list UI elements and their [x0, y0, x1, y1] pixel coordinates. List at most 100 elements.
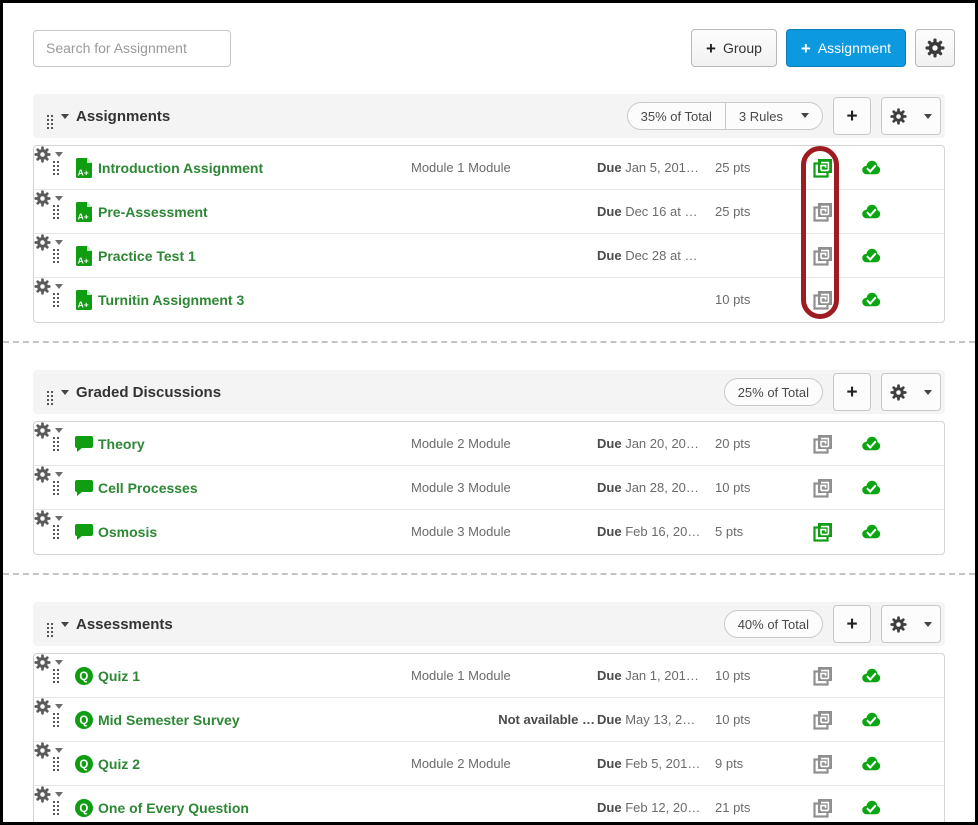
chevron-down-icon [55, 472, 63, 481]
drag-handle-icon[interactable] [47, 623, 49, 625]
published-check-icon[interactable] [861, 246, 881, 266]
drag-handle-icon[interactable] [53, 669, 55, 671]
drag-handle-icon[interactable] [53, 525, 55, 527]
assignment-icon: A+ [74, 246, 94, 266]
item-settings-button[interactable] [34, 278, 64, 295]
item-settings-button[interactable] [34, 742, 64, 759]
item-settings-button[interactable] [34, 510, 64, 527]
item-title-link[interactable]: Theory [98, 422, 145, 466]
published-check-icon[interactable] [861, 202, 881, 222]
svg-text:A+: A+ [78, 256, 89, 266]
drag-handle-icon[interactable] [53, 249, 55, 251]
item-availability: Not available … [411, 698, 595, 742]
rules-dropdown[interactable]: 3 Rules [725, 103, 822, 129]
item-points: 9 pts [715, 742, 743, 786]
item-title-link[interactable]: Introduction Assignment [98, 146, 263, 190]
speedgrader-icon[interactable] [813, 478, 833, 498]
item-settings-button[interactable] [34, 190, 64, 207]
published-check-icon[interactable] [861, 290, 881, 310]
speedgrader-icon[interactable] [813, 754, 833, 774]
item-title-link[interactable]: Cell Processes [98, 466, 198, 510]
item-settings-button[interactable] [34, 786, 64, 803]
speedgrader-icon[interactable] [813, 158, 833, 178]
item-title-link[interactable]: Quiz 2 [98, 742, 140, 786]
drag-handle-icon[interactable] [53, 437, 55, 439]
drag-handle-icon[interactable] [53, 481, 55, 483]
item-points: 5 pts [715, 510, 743, 554]
group-settings-button[interactable] [881, 373, 941, 411]
item-due-date: Due Feb 16, 20… [597, 510, 700, 554]
drag-handle-icon[interactable] [53, 757, 55, 759]
assignments-page: + Group + Assignment [0, 0, 978, 825]
drag-handle-icon[interactable] [53, 205, 55, 207]
item-title-link[interactable]: Turnitin Assignment 3 [98, 278, 244, 322]
published-check-icon[interactable] [861, 798, 881, 818]
group-title: Graded Discussions [76, 384, 221, 401]
assignment-row: A+ Practice Test 1 Due Dec 28 at … [34, 234, 944, 278]
drag-handle-icon[interactable] [53, 293, 55, 295]
group-settings-button[interactable] [881, 97, 941, 135]
assignment-row: Q Quiz 2 Module 2 Module Due Feb 5, 201…… [34, 742, 944, 786]
drag-handle-icon[interactable] [47, 115, 49, 117]
group-header-actions: 40% of Total + [724, 605, 941, 643]
add-item-button[interactable]: + [833, 605, 871, 643]
speedgrader-icon[interactable] [813, 434, 833, 454]
drag-handle-icon[interactable] [53, 713, 55, 715]
item-title-link[interactable]: Quiz 1 [98, 654, 140, 698]
assignment-icon: A+ [74, 158, 94, 178]
item-settings-button[interactable] [34, 422, 64, 439]
published-check-icon[interactable] [861, 710, 881, 730]
gear-icon [34, 234, 51, 251]
chevron-down-icon[interactable] [61, 390, 69, 399]
published-check-icon[interactable] [861, 754, 881, 774]
add-item-button[interactable]: + [833, 373, 871, 411]
item-title-link[interactable]: Mid Semester Survey [98, 698, 240, 742]
published-check-icon[interactable] [861, 158, 881, 178]
group-item-list: A+ Introduction Assignment Module 1 Modu… [33, 145, 945, 323]
speedgrader-icon[interactable] [813, 246, 833, 266]
rules-label: 3 Rules [739, 109, 783, 124]
item-title-link[interactable]: Osmosis [98, 510, 157, 554]
drag-handle-icon[interactable] [47, 391, 49, 393]
chevron-down-icon[interactable] [61, 114, 69, 123]
item-points: 25 pts [715, 146, 750, 190]
search-input[interactable] [33, 30, 231, 67]
group-title: Assignments [76, 108, 170, 125]
group-settings-button[interactable] [881, 605, 941, 643]
chevron-down-icon[interactable] [61, 622, 69, 631]
drag-handle-icon[interactable] [53, 801, 55, 803]
item-settings-button[interactable] [34, 698, 64, 715]
item-module: Module 3 Module [411, 510, 511, 554]
item-due-date: Due Jan 1, 201… [597, 654, 699, 698]
item-due-date: Due Jan 28, 20… [597, 466, 699, 510]
discussion-icon [74, 434, 94, 454]
speedgrader-icon[interactable] [813, 666, 833, 686]
published-check-icon[interactable] [861, 522, 881, 542]
item-points: 25 pts [715, 190, 750, 234]
add-item-button[interactable]: + [833, 97, 871, 135]
add-assignment-button[interactable]: + Assignment [786, 29, 906, 67]
speedgrader-icon[interactable] [813, 710, 833, 730]
published-check-icon[interactable] [861, 434, 881, 454]
item-settings-button[interactable] [34, 654, 64, 671]
published-check-icon[interactable] [861, 666, 881, 686]
assignment-row: Theory Module 2 Module Due Jan 20, 20… 2… [34, 422, 944, 466]
drag-handle-icon[interactable] [53, 161, 55, 163]
item-title-link[interactable]: Practice Test 1 [98, 234, 196, 278]
speedgrader-icon[interactable] [813, 522, 833, 542]
item-title-link[interactable]: One of Every Question [98, 786, 249, 825]
add-group-button[interactable]: + Group [691, 29, 777, 67]
item-settings-button[interactable] [34, 466, 64, 483]
group-weight: 35% of Total [628, 103, 725, 129]
item-title-link[interactable]: Pre-Assessment [98, 190, 208, 234]
speedgrader-icon[interactable] [813, 202, 833, 222]
published-check-icon[interactable] [861, 478, 881, 498]
add-assignment-label: Assignment [818, 40, 891, 56]
speedgrader-icon[interactable] [813, 798, 833, 818]
settings-button[interactable] [915, 29, 955, 67]
item-settings-button[interactable] [34, 146, 64, 163]
speedgrader-icon[interactable] [813, 290, 833, 310]
item-module: Module 1 Module [411, 146, 511, 190]
item-settings-button[interactable] [34, 234, 64, 251]
toolbar: + Group + Assignment [3, 3, 975, 67]
